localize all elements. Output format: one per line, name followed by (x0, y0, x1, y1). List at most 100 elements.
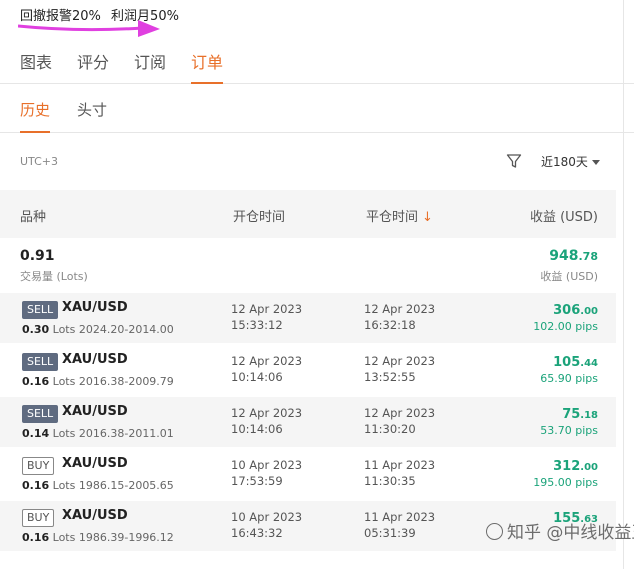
order-open-date: 12 Apr 2023 (231, 302, 303, 316)
order-open-time: 10:14:06 (231, 422, 283, 436)
order-lots: 0.16 (22, 531, 50, 544)
order-pips: 65.90 pips (540, 372, 598, 385)
order-profit-dec: .18 (580, 410, 598, 421)
order-row[interactable]: SELL XAU/USD 0.16 Lots 2016.38-2009.79 12 A… (0, 345, 616, 395)
tab-subscribe[interactable]: 订阅 (134, 49, 166, 73)
table-header: 品种 开仓时间 平仓时间 ↓ 收益 (USD) (0, 190, 616, 238)
column-profit[interactable]: 收益 (USD) (530, 206, 598, 225)
order-row[interactable]: SELL XAU/USD 0.30 Lots 2024.20-2014.00 12 A… (0, 293, 616, 343)
order-pips: 195.00 pips (533, 476, 598, 489)
tab-rating[interactable]: 评分 (77, 49, 109, 73)
order-close-date: 12 Apr 2023 (364, 406, 436, 420)
filter-icon[interactable] (506, 153, 522, 169)
order-profit: 105.44 (553, 355, 598, 370)
order-open-datetime: 10 Apr 2023 16:43:32 (231, 509, 302, 541)
total-profit-int: 948 (549, 248, 579, 264)
order-lots-line: 0.14 Lots 2016.38-2011.01 (22, 427, 174, 440)
chevron-down-icon (591, 160, 600, 165)
order-close-datetime: 12 Apr 2023 16:32:18 (364, 301, 435, 333)
order-lots-unit: Lots (52, 375, 76, 388)
order-pips: 102.00 pips (533, 320, 598, 333)
period-value: 近180天 (541, 155, 588, 169)
order-price-range: 2016.38-2011.01 (78, 427, 174, 440)
order-close-time: 11:30:20 (364, 422, 416, 436)
order-close-time: 11:30:35 (364, 474, 416, 488)
subtab-history[interactable]: 历史 (20, 99, 51, 133)
order-open-date: 12 Apr 2023 (231, 406, 303, 420)
subtab-positions[interactable]: 头寸 (77, 99, 107, 120)
main-tabs: 图表 评分 订阅 订单 (0, 45, 634, 84)
order-lots-unit: Lots (52, 427, 76, 440)
panel-border (623, 0, 624, 569)
order-lots-unit: Lots (52, 323, 76, 336)
order-lots-line: 0.16 Lots 2016.38-2009.79 (22, 375, 174, 388)
order-close-date: 12 Apr 2023 (364, 302, 436, 316)
zhihu-logo-icon (486, 523, 503, 540)
total-profit-dec: .78 (578, 250, 599, 263)
order-close-time: 13:52:55 (364, 370, 416, 384)
order-open-datetime: 12 Apr 2023 10:14:06 (231, 353, 302, 385)
summary-row: 0.91 交易量 (Lots) 948.78 收益 (USD) (0, 238, 616, 290)
timezone-label: UTC+3 (20, 155, 59, 168)
order-subtabs: 历史 头寸 (0, 96, 634, 133)
order-lots-line: 0.16 Lots 1986.39-1996.12 (22, 531, 174, 544)
order-symbol: XAU/USD (62, 404, 128, 419)
order-close-datetime: 12 Apr 2023 11:30:20 (364, 405, 435, 437)
order-lots-unit: Lots (52, 531, 76, 544)
order-price-range: 2016.38-2009.79 (78, 375, 174, 388)
tab-chart[interactable]: 图表 (20, 49, 52, 73)
order-symbol: XAU/USD (62, 508, 128, 523)
order-type-badge: SELL (22, 301, 59, 319)
order-profit: 312.00 (553, 459, 598, 474)
order-profit: 75.18 (562, 407, 598, 422)
order-lots: 0.16 (22, 479, 50, 492)
order-pips: 53.70 pips (540, 424, 598, 437)
order-open-datetime: 12 Apr 2023 10:14:06 (231, 405, 302, 437)
order-open-time: 17:53:59 (231, 474, 283, 488)
order-lots: 0.14 (22, 427, 50, 440)
order-open-time: 10:14:06 (231, 370, 283, 384)
order-symbol: XAU/USD (62, 300, 128, 315)
order-profit-int: 306 (553, 303, 581, 318)
order-open-date: 10 Apr 2023 (231, 458, 303, 472)
order-row[interactable]: BUY XAU/USD 0.16 Lots 1986.15-2005.65 10 Ap… (0, 449, 616, 499)
order-close-time: 16:32:18 (364, 318, 416, 332)
zhihu-watermark: 知乎 @中线收益王 (486, 518, 634, 543)
order-close-date: 11 Apr 2023 (364, 458, 436, 472)
order-close-datetime: 12 Apr 2023 13:52:55 (364, 353, 435, 385)
total-lots-label: 交易量 (Lots) (20, 270, 88, 283)
order-lots-line: 0.30 Lots 2024.20-2014.00 (22, 323, 174, 336)
annotation-arrow-icon (18, 20, 160, 37)
column-close-time-label: 平仓时间 (366, 210, 419, 225)
order-lots: 0.16 (22, 375, 50, 388)
order-lots-line: 0.16 Lots 1986.15-2005.65 (22, 479, 174, 492)
total-lots: 0.91 (20, 248, 55, 264)
order-price-range: 1986.39-1996.12 (78, 531, 174, 544)
period-dropdown[interactable]: 近180天 (541, 153, 600, 170)
order-symbol: XAU/USD (62, 456, 128, 471)
order-open-time: 15:33:12 (231, 318, 283, 332)
order-price-range: 1986.15-2005.65 (78, 479, 174, 492)
order-close-datetime: 11 Apr 2023 05:31:39 (364, 509, 435, 541)
column-open-time[interactable]: 开仓时间 (233, 206, 285, 225)
order-profit-dec: .00 (580, 306, 598, 317)
order-type-badge: SELL (22, 405, 59, 423)
column-close-time[interactable]: 平仓时间 ↓ (366, 206, 433, 225)
sort-desc-icon: ↓ (422, 210, 433, 225)
total-profit-label: 收益 (USD) (540, 270, 598, 283)
order-profit-int: 312 (553, 459, 581, 474)
order-lots: 0.30 (22, 323, 50, 336)
order-profit-int: 75 (562, 407, 581, 422)
order-type-badge: SELL (22, 353, 59, 371)
order-open-date: 10 Apr 2023 (231, 510, 303, 524)
order-profit-dec: .00 (580, 462, 598, 473)
order-open-datetime: 12 Apr 2023 15:33:12 (231, 301, 302, 333)
order-profit-dec: .44 (580, 358, 598, 369)
order-type-badge: BUY (22, 509, 55, 527)
order-close-time: 05:31:39 (364, 526, 416, 540)
order-profit-int: 105 (553, 355, 581, 370)
order-close-date: 11 Apr 2023 (364, 510, 436, 524)
order-row[interactable]: SELL XAU/USD 0.14 Lots 2016.38-2011.01 12 A… (0, 397, 616, 447)
order-profit: 306.00 (553, 303, 598, 318)
tab-orders[interactable]: 订单 (191, 49, 224, 84)
